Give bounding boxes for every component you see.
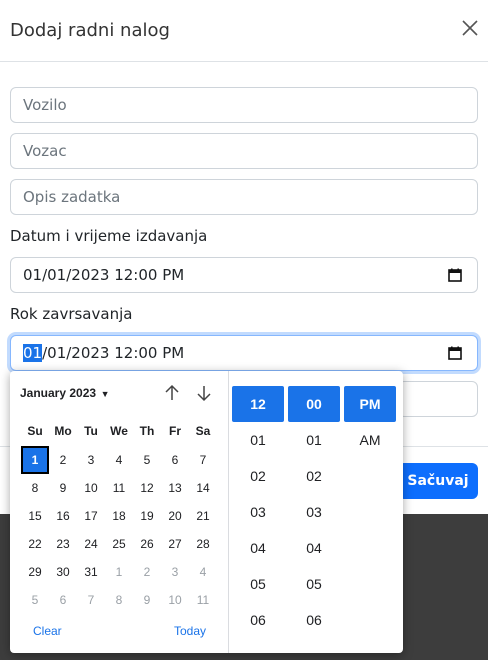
deadline-datetime-value: 01/01/2023 12:00 PM [23,344,184,362]
today-button[interactable]: Today [174,624,206,638]
weekday-label: Mo [54,424,72,438]
minute-option[interactable]: 03 [288,494,340,530]
calendar-day[interactable]: 3 [77,446,105,474]
calendar-day[interactable]: 1 [105,558,133,586]
calendar-day[interactable]: 21 [189,502,217,530]
calendar-panel: January 2023 ▼ Su Mo Tu We Th Fr Sa 1234567891… [10,371,228,653]
close-icon[interactable] [458,16,482,40]
calendar-day[interactable]: 17 [77,502,105,530]
issue-datetime-input[interactable]: 01/01/2023 12:00 PM [10,257,478,293]
calendar-day[interactable]: 6 [161,446,189,474]
minute-option[interactable]: 04 [288,530,340,566]
calendar-day[interactable]: 22 [21,530,49,558]
calendar-day[interactable]: 16 [49,502,77,530]
calendar-day[interactable]: 31 [77,558,105,586]
minute-option[interactable]: 06 [288,602,340,638]
hour-option[interactable]: 04 [232,530,284,566]
calendar-day[interactable]: 26 [133,530,161,558]
calendar-day[interactable]: 30 [49,558,77,586]
calendar-day[interactable]: 4 [105,446,133,474]
weekday-label: Sa [195,424,211,438]
calendar-day[interactable]: 14 [189,474,217,502]
calendar-day[interactable]: 13 [161,474,189,502]
issue-date-label: Datum i vrijeme izdavanja [10,227,208,245]
weekday-label: Fr [169,424,181,438]
datetime-picker-popup: January 2023 ▼ Su Mo Tu We Th Fr Sa 1234567891… [10,371,403,653]
minute-option[interactable]: 01 [288,422,340,458]
calendar-day[interactable]: 20 [161,502,189,530]
calendar-day[interactable]: 4 [189,558,217,586]
ampm-option[interactable]: PM [344,386,396,422]
hour-option[interactable]: 03 [232,494,284,530]
minute-option[interactable]: 05 [288,566,340,602]
hour-option[interactable]: 12 [232,386,284,422]
modal-title: Dodaj radni nalog [10,20,170,41]
weekday-label: Su [27,424,43,438]
vozilo-input[interactable]: Vozilo [10,87,478,123]
calendar-day[interactable]: 9 [133,586,161,614]
hour-option[interactable]: 02 [232,458,284,494]
modal-header: Dodaj radni nalog [0,0,488,62]
arrow-down-icon[interactable] [194,383,214,403]
picker-divider [228,371,229,653]
deadline-month-segment[interactable]: 01 [23,344,43,362]
issue-datetime-value: 01/01/2023 12:00 PM [23,266,185,284]
month-selector[interactable]: January 2023 ▼ [20,386,109,400]
calendar-day[interactable]: 2 [133,558,161,586]
weekday-label: We [110,424,128,438]
calendar-day[interactable]: 8 [21,474,49,502]
calendar-day[interactable]: 10 [77,474,105,502]
vozac-input[interactable]: Vozac [10,133,478,169]
caret-down-icon: ▼ [98,389,110,399]
calendar-icon[interactable] [447,267,463,283]
calendar-day[interactable]: 28 [189,530,217,558]
deadline-rest-segment: /01/2023 12:00 PM [42,344,185,362]
calendar-day[interactable]: 2 [49,446,77,474]
deadline-label: Rok zavrsavanja [10,305,133,323]
calendar-day[interactable]: 3 [161,558,189,586]
calendar-day[interactable]: 27 [161,530,189,558]
calendar-day[interactable]: 6 [49,586,77,614]
calendar-day[interactable]: 1 [21,446,49,474]
opis-zadatka-input[interactable]: Opis zadatka [10,179,478,215]
calendar-day[interactable]: 11 [105,474,133,502]
month-label: January 2023 [20,386,97,400]
calendar-day[interactable]: 29 [21,558,49,586]
calendar-day[interactable]: 15 [21,502,49,530]
calendar-day[interactable]: 23 [49,530,77,558]
minute-option[interactable]: 02 [288,458,340,494]
calendar-day[interactable]: 7 [189,446,217,474]
hour-option[interactable]: 06 [232,602,284,638]
calendar-day[interactable]: 19 [133,502,161,530]
calendar-day[interactable]: 5 [21,586,49,614]
ampm-option[interactable]: AM [344,422,396,458]
calendar-day[interactable]: 10 [161,586,189,614]
save-button[interactable]: Sačuvaj [398,463,478,499]
calendar-icon[interactable] [447,345,463,361]
calendar-day[interactable]: 11 [189,586,217,614]
calendar-day[interactable]: 5 [133,446,161,474]
calendar-day[interactable]: 8 [105,586,133,614]
weekday-label: Th [139,424,155,438]
weekday-label: Tu [84,424,98,438]
calendar-day[interactable]: 7 [77,586,105,614]
clear-button[interactable]: Clear [33,624,62,638]
calendar-day[interactable]: 25 [105,530,133,558]
hour-option[interactable]: 01 [232,422,284,458]
calendar-day[interactable]: 18 [105,502,133,530]
calendar-day[interactable]: 9 [49,474,77,502]
obscured-input[interactable] [398,381,478,417]
deadline-datetime-input[interactable]: 01/01/2023 12:00 PM [10,335,478,371]
hour-option[interactable]: 05 [232,566,284,602]
calendar-day[interactable]: 12 [133,474,161,502]
minute-option[interactable]: 00 [288,386,340,422]
arrow-up-icon[interactable] [162,383,182,403]
calendar-day[interactable]: 24 [77,530,105,558]
